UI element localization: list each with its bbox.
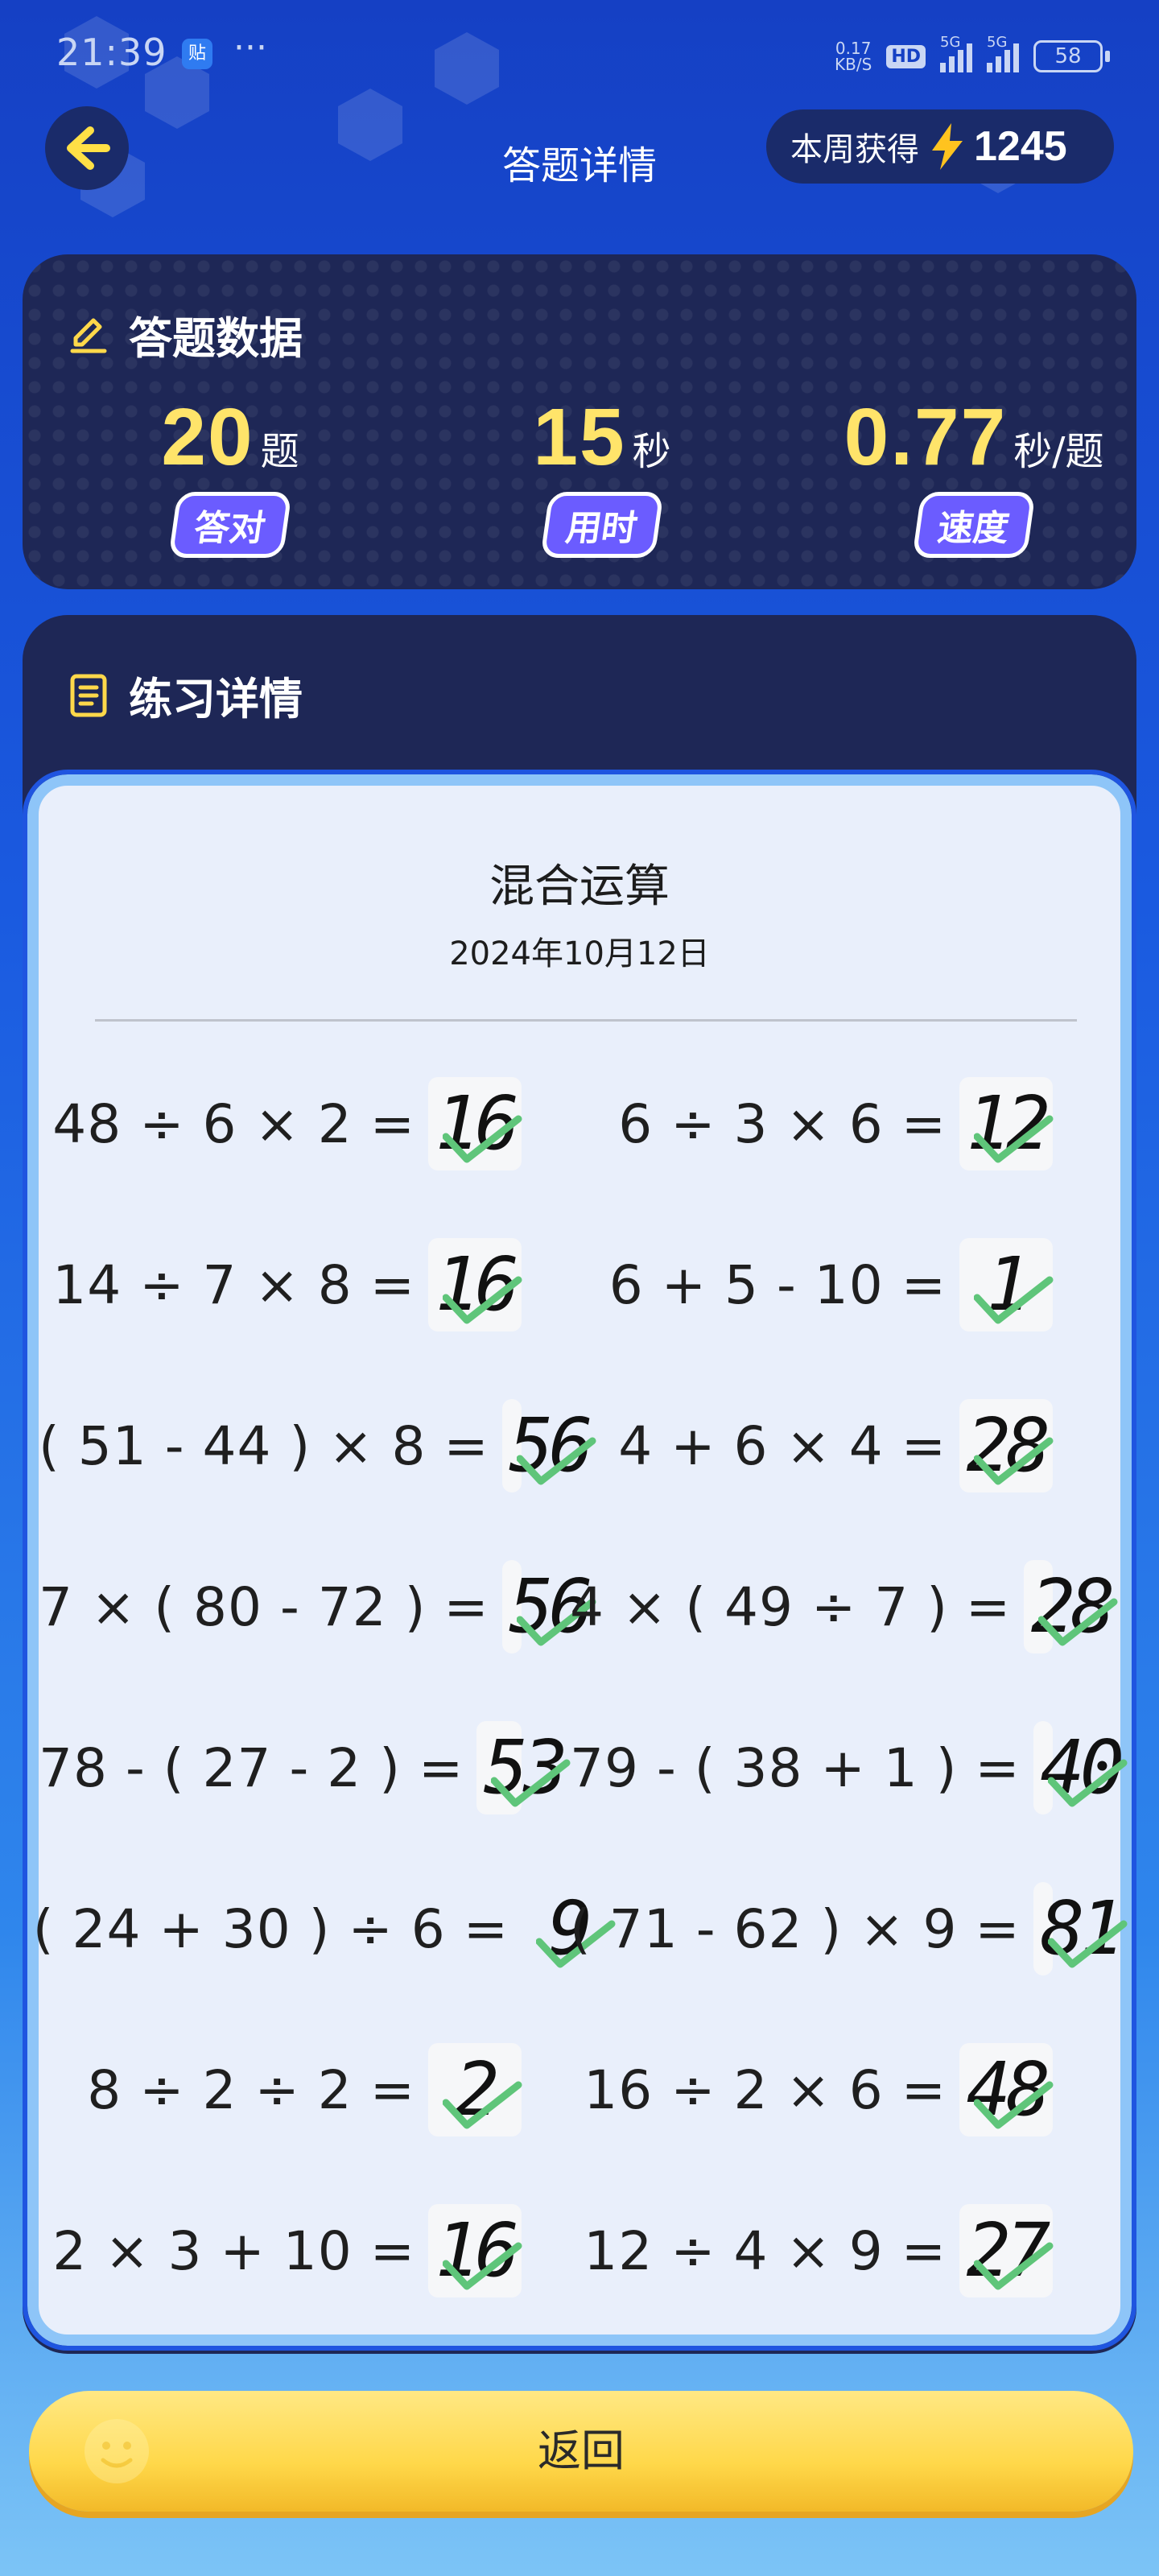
sheet-date: 2024年10月12日 xyxy=(449,935,710,972)
weekly-label: 本周获得 xyxy=(790,131,919,168)
answer-box: 56 xyxy=(501,1399,596,1492)
network-speed: 0.17 KB/S xyxy=(835,39,872,74)
status-time: 21:39 xyxy=(56,31,167,74)
answer-box: 40 xyxy=(1033,1721,1128,1814)
check-icon xyxy=(443,2081,522,2129)
more-dots-icon: ··· xyxy=(233,27,267,68)
status-bar: 21:39 贴 ··· 0.17 KB/S HD 5G 5G 58 xyxy=(0,0,1159,113)
answer-box: 81 xyxy=(1033,1882,1128,1975)
check-icon xyxy=(443,1115,522,1163)
question-item: 79 - ( 38 + 1 ) = 40 xyxy=(570,1711,1128,1824)
question-expression: 4 × ( 49 ÷ 7 ) = xyxy=(570,1575,1012,1638)
stat-tag: 用时 xyxy=(540,492,664,558)
question-expression: ( 24 + 30 ) ÷ 6 = xyxy=(32,1897,509,1960)
check-icon xyxy=(974,2081,1054,2129)
battery-icon: 58 xyxy=(1033,40,1110,72)
question-item: 4 + 6 × 4 = 28 xyxy=(570,1389,1054,1502)
question-item: 4 × ( 49 ÷ 7 ) = 28 xyxy=(570,1550,1118,1663)
check-icon xyxy=(491,1759,571,1807)
answer-box: 2 xyxy=(428,2043,522,2136)
return-button[interactable]: 返回 xyxy=(29,2391,1133,2512)
question-item: 48 ÷ 6 × 2 = 16 xyxy=(39,1067,522,1180)
answer-box: 12 xyxy=(959,1077,1054,1170)
pencil-icon xyxy=(70,318,107,353)
question-expression: 79 - ( 38 + 1 ) = xyxy=(570,1736,1021,1799)
check-icon xyxy=(974,1437,1054,1485)
sticker-icon: 贴 xyxy=(182,39,212,69)
answer-box: 27 xyxy=(959,2204,1054,2297)
question-expression: 2 × 3 + 10 = xyxy=(52,2219,415,2282)
question-item: 2 × 3 + 10 = 16 xyxy=(39,2194,522,2307)
check-icon xyxy=(974,2242,1054,2290)
sheet-title: 混合运算 xyxy=(489,861,670,913)
document-icon xyxy=(70,674,107,716)
stat-speed: 0.77 秒/题 速度 xyxy=(813,391,1135,558)
check-icon xyxy=(1047,1920,1128,1968)
answer-box: 16 xyxy=(428,1238,522,1331)
check-icon xyxy=(1047,1759,1128,1807)
question-expression: 48 ÷ 6 × 2 = xyxy=(52,1092,415,1155)
divider xyxy=(95,1019,1077,1022)
question-expression: 6 ÷ 3 × 6 = xyxy=(618,1092,947,1155)
stat-correct: 20 题 答对 xyxy=(69,391,391,558)
question-expression: 16 ÷ 2 × 6 = xyxy=(584,2058,947,2121)
weekly-points-badge: 本周获得 1245 xyxy=(766,109,1114,184)
signal-icon: 5G xyxy=(940,34,972,72)
answer-box: 28 xyxy=(959,1399,1054,1492)
stat-time: 15 秒 用时 xyxy=(441,391,763,558)
check-icon xyxy=(443,2242,522,2290)
question-item: 14 ÷ 7 × 8 = 16 xyxy=(39,1228,522,1341)
hd-icon: HD xyxy=(886,44,926,68)
stat-tag: 速度 xyxy=(912,492,1036,558)
check-icon xyxy=(1038,1598,1118,1646)
lightning-icon xyxy=(932,123,963,170)
question-expression: 78 - ( 27 - 2 ) = xyxy=(39,1736,464,1799)
question-item: 78 - ( 27 - 2 ) = 53 xyxy=(39,1711,571,1824)
question-expression: 8 ÷ 2 ÷ 2 = xyxy=(87,2058,415,2121)
check-icon xyxy=(443,1276,522,1324)
answer-box: 28 xyxy=(1024,1560,1118,1653)
question-expression: 7 × ( 80 - 72 ) = xyxy=(39,1575,489,1638)
answer-box: 16 xyxy=(428,2204,522,2297)
return-label: 返回 xyxy=(538,2425,625,2476)
signal-icon-2: 5G xyxy=(987,34,1019,72)
check-icon xyxy=(974,1115,1054,1163)
question-item: ( 71 - 62 ) × 9 = 81 xyxy=(570,1872,1128,1985)
question-item: ( 24 + 30 ) ÷ 6 = 9 xyxy=(33,1872,616,1985)
answer-box: 56 xyxy=(501,1560,596,1653)
question-item: 6 + 5 - 10 = 1 xyxy=(570,1228,1054,1341)
stat-tag: 答对 xyxy=(168,492,292,558)
smiley-icon xyxy=(85,2419,149,2483)
question-expression: 6 + 5 - 10 = xyxy=(608,1253,947,1316)
weekly-value: 1245 xyxy=(974,123,1067,170)
question-expression: 4 + 6 × 4 = xyxy=(618,1414,947,1477)
question-item: 12 ÷ 4 × 9 = 27 xyxy=(570,2194,1054,2307)
question-expression: ( 51 - 44 ) × 8 = xyxy=(39,1414,489,1477)
answer-sheet: 混合运算 2024年10月12日 48 ÷ 6 × 2 = 16 6 ÷ 3 × 6… xyxy=(23,770,1136,2351)
stats-card: 答题数据 20 题 答对 15 秒 用时 0.77 秒/题 速度 xyxy=(23,254,1136,589)
question-item: 16 ÷ 2 × 6 = 48 xyxy=(570,2033,1054,2146)
check-icon xyxy=(974,1276,1054,1324)
answer-box: 53 xyxy=(476,1721,571,1814)
question-expression: 14 ÷ 7 × 8 = xyxy=(52,1253,415,1316)
status-indicators: 0.17 KB/S HD 5G 5G 58 xyxy=(835,32,1110,80)
question-item: ( 51 - 44 ) × 8 = 56 xyxy=(39,1389,596,1502)
question-item: 7 × ( 80 - 72 ) = 56 xyxy=(39,1550,596,1663)
practice-heading: 练习详情 xyxy=(68,663,303,727)
question-expression: ( 71 - 62 ) × 9 = xyxy=(570,1897,1021,1960)
question-item: 8 ÷ 2 ÷ 2 = 2 xyxy=(39,2033,522,2146)
answer-box: 48 xyxy=(959,2043,1054,2136)
question-expression: 12 ÷ 4 × 9 = xyxy=(584,2219,947,2282)
stats-heading: 答题数据 xyxy=(68,303,303,366)
answer-box: 1 xyxy=(959,1238,1054,1331)
answer-box: 16 xyxy=(428,1077,522,1170)
question-item: 6 ÷ 3 × 6 = 12 xyxy=(570,1067,1054,1180)
